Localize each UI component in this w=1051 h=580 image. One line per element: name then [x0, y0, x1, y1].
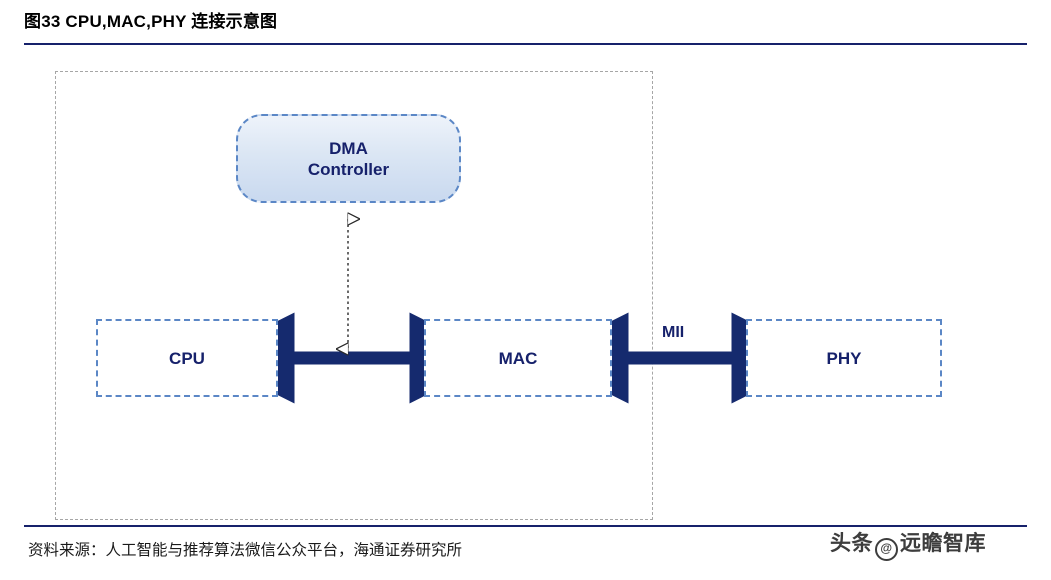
node-dma-controller[interactable]: DMA Controller [236, 114, 461, 203]
node-dma-label: DMA Controller [308, 138, 389, 180]
figure-header: 图33 CPU,MAC,PHY 连接示意图 [24, 10, 1027, 45]
node-phy[interactable]: PHY [746, 319, 942, 397]
page-title: 图33 CPU,MAC,PHY 连接示意图 [24, 12, 278, 31]
node-mac-label: MAC [498, 348, 538, 368]
watermark-text: 头条 @ 远瞻智库 [830, 527, 986, 561]
node-mac[interactable]: MAC [424, 319, 612, 397]
watermark: 头条 @ 远瞻智库 [830, 524, 1040, 564]
node-cpu[interactable]: CPU [96, 319, 278, 397]
watermark-at-icon: @ [875, 538, 898, 561]
node-dma-label-line2: Controller [307, 159, 390, 179]
node-phy-label: PHY [826, 348, 862, 368]
watermark-prefix: 头条 [830, 532, 873, 555]
edge-label-mii: MII [662, 324, 685, 341]
diagram-canvas: DMA Controller CPU MAC PHY MII [0, 44, 1051, 524]
node-cpu-label: CPU [169, 348, 205, 368]
source-note: 资料来源：人工智能与推荐算法微信公众平台，海通证券研究所 [28, 542, 463, 559]
node-dma-label-line1: DMA [329, 138, 368, 158]
watermark-suffix: 远瞻智库 [900, 532, 986, 555]
